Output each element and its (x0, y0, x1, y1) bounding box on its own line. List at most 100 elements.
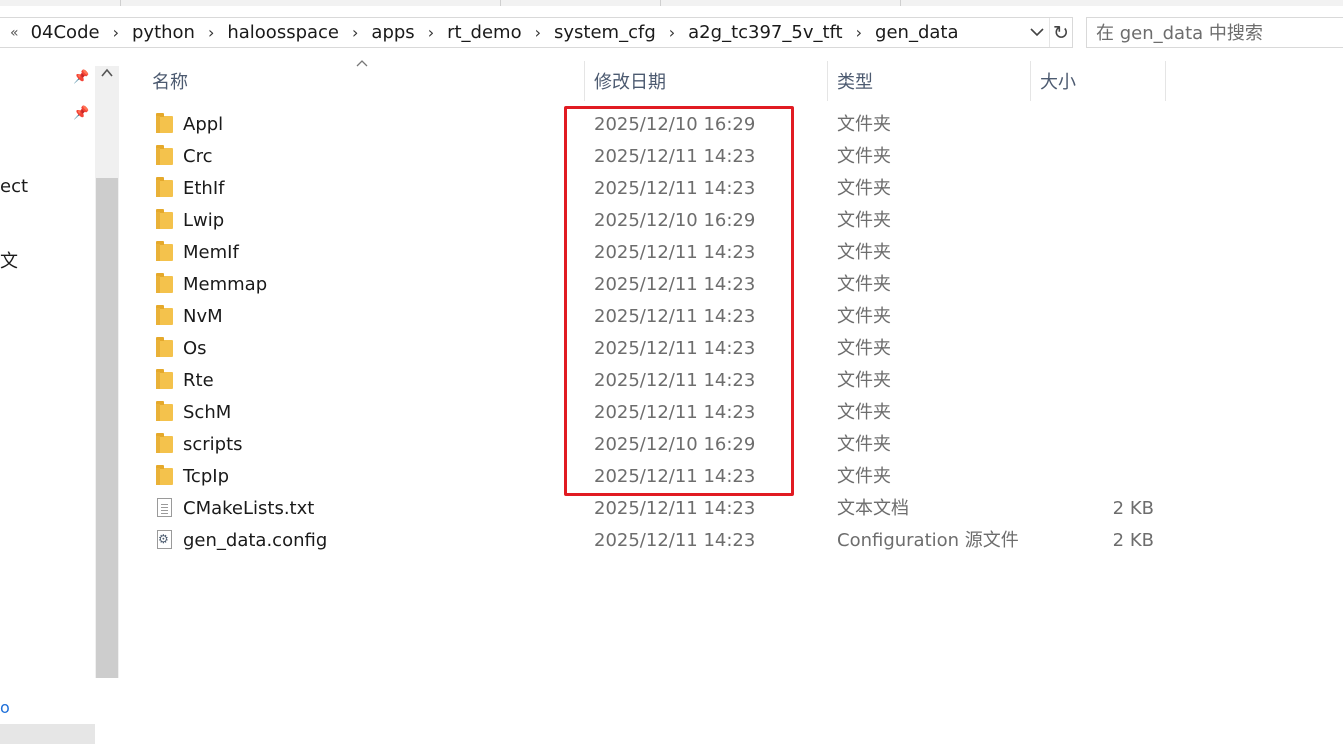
file-size (1030, 461, 1154, 493)
nav-item-label[interactable]: 文 (0, 247, 18, 273)
file-name[interactable]: Lwip (183, 205, 224, 237)
file-size (1030, 301, 1154, 333)
column-divider[interactable] (1030, 61, 1031, 101)
chevron-right-icon[interactable]: › (669, 23, 675, 42)
nav-item-label[interactable]: ect (0, 176, 28, 197)
annotation-highlight-box (564, 106, 794, 496)
chevron-right-icon[interactable]: › (535, 23, 541, 42)
refresh-icon[interactable]: ↻ (1049, 18, 1072, 47)
folder-icon (156, 305, 173, 325)
column-divider[interactable] (584, 61, 585, 101)
file-size: 2 KB (1112, 498, 1154, 519)
file-type: 文件夹 (837, 306, 891, 327)
nav-scrollbar[interactable] (95, 66, 119, 678)
file-type: 文件夹 (837, 210, 891, 231)
nav-pane-footer (0, 724, 95, 744)
breadcrumb-item[interactable]: haloosspace (227, 22, 339, 43)
file-name[interactable]: EthIf (183, 173, 224, 205)
tab-divider (900, 0, 901, 6)
folder-icon (156, 433, 173, 453)
file-size (1030, 237, 1154, 269)
breadcrumb-item[interactable]: rt_demo (447, 22, 522, 43)
scroll-up-icon[interactable] (99, 66, 115, 84)
address-bar[interactable]: « 04Code › python › haloosspace › apps ›… (0, 17, 1073, 48)
column-header-name[interactable]: 名称 (152, 61, 188, 101)
search-input[interactable] (1087, 18, 1338, 48)
breadcrumb-item-current[interactable]: gen_data (875, 22, 958, 43)
file-type: 文件夹 (837, 370, 891, 391)
file-name[interactable]: Os (183, 333, 207, 365)
folder-icon (156, 241, 173, 261)
file-type: 文本文档 (837, 498, 909, 519)
file-type: 文件夹 (837, 338, 891, 359)
file-name[interactable]: scripts (183, 429, 243, 461)
file-type: 文件夹 (837, 114, 891, 135)
address-dropdown-icon[interactable] (1026, 18, 1048, 47)
file-name[interactable]: Appl (183, 109, 223, 141)
text-file-icon (157, 498, 172, 517)
navigation-pane: 📌 📌 ect 文 o (0, 66, 95, 744)
pin-icon[interactable]: 📌 (73, 70, 89, 85)
file-type: 文件夹 (837, 178, 891, 199)
folder-icon (156, 177, 173, 197)
file-type: 文件夹 (837, 434, 891, 455)
file-row[interactable]: gen_data.config 2025/12/11 14:23 Configura… (120, 525, 1220, 557)
file-name[interactable]: Crc (183, 141, 212, 173)
chevron-right-icon[interactable]: › (208, 23, 214, 42)
folder-icon (156, 209, 173, 229)
folder-icon (156, 337, 173, 357)
file-name[interactable]: Memmap (183, 269, 267, 301)
file-row[interactable]: CMakeLists.txt 2025/12/11 14:23 文本文档 2 KB (120, 493, 1220, 525)
breadcrumb-item[interactable]: system_cfg (554, 22, 656, 43)
breadcrumb-item[interactable]: a2g_tc397_5v_tft (688, 22, 842, 43)
tab-strip (0, 0, 1343, 6)
search-box[interactable] (1086, 17, 1343, 48)
column-header-row: 名称 修改日期 类型 大小 (120, 61, 1343, 101)
file-size (1030, 109, 1154, 141)
pin-icon[interactable]: 📌 (73, 106, 89, 121)
column-header-type[interactable]: 类型 (837, 61, 873, 101)
folder-icon (156, 465, 173, 485)
tab-divider (120, 0, 121, 6)
file-size: 2 KB (1112, 530, 1154, 551)
tab-divider (660, 0, 661, 6)
file-size (1030, 173, 1154, 205)
scrollbar-thumb[interactable] (96, 178, 118, 678)
nav-item-label[interactable]: o (0, 698, 10, 717)
file-name[interactable]: TcpIp (183, 461, 229, 493)
file-type: 文件夹 (837, 274, 891, 295)
file-name[interactable]: Rte (183, 365, 214, 397)
column-divider[interactable] (827, 61, 828, 101)
file-size (1030, 397, 1154, 429)
file-name[interactable]: gen_data.config (183, 525, 327, 557)
chevron-right-icon[interactable]: › (856, 23, 862, 42)
toolbar: « 04Code › python › haloosspace › apps ›… (0, 0, 1343, 66)
file-type: 文件夹 (837, 466, 891, 487)
breadcrumb-item[interactable]: apps (371, 22, 414, 43)
file-type: 文件夹 (837, 146, 891, 167)
breadcrumb: « 04Code › python › haloosspace › apps ›… (10, 18, 958, 47)
chevron-right-icon[interactable]: › (113, 23, 119, 42)
file-name[interactable]: MemIf (183, 237, 239, 269)
chevron-right-icon[interactable]: › (352, 23, 358, 42)
sort-ascending-icon (356, 56, 368, 71)
file-name[interactable]: NvM (183, 301, 223, 333)
folder-icon (156, 369, 173, 389)
tab-divider (500, 0, 501, 6)
folder-icon (156, 401, 173, 421)
history-chevron-icon[interactable]: « (10, 25, 19, 41)
file-name[interactable]: CMakeLists.txt (183, 493, 314, 525)
folder-icon (156, 273, 173, 293)
file-size (1030, 429, 1154, 461)
folder-icon (156, 113, 173, 133)
file-name[interactable]: SchM (183, 397, 231, 429)
file-size (1030, 269, 1154, 301)
file-size (1030, 365, 1154, 397)
file-type: 文件夹 (837, 242, 891, 263)
column-header-date[interactable]: 修改日期 (594, 61, 666, 101)
column-header-size[interactable]: 大小 (1040, 61, 1076, 101)
chevron-right-icon[interactable]: › (428, 23, 434, 42)
breadcrumb-item[interactable]: python (132, 22, 195, 43)
breadcrumb-item[interactable]: 04Code (31, 22, 100, 43)
column-divider[interactable] (1165, 61, 1166, 101)
